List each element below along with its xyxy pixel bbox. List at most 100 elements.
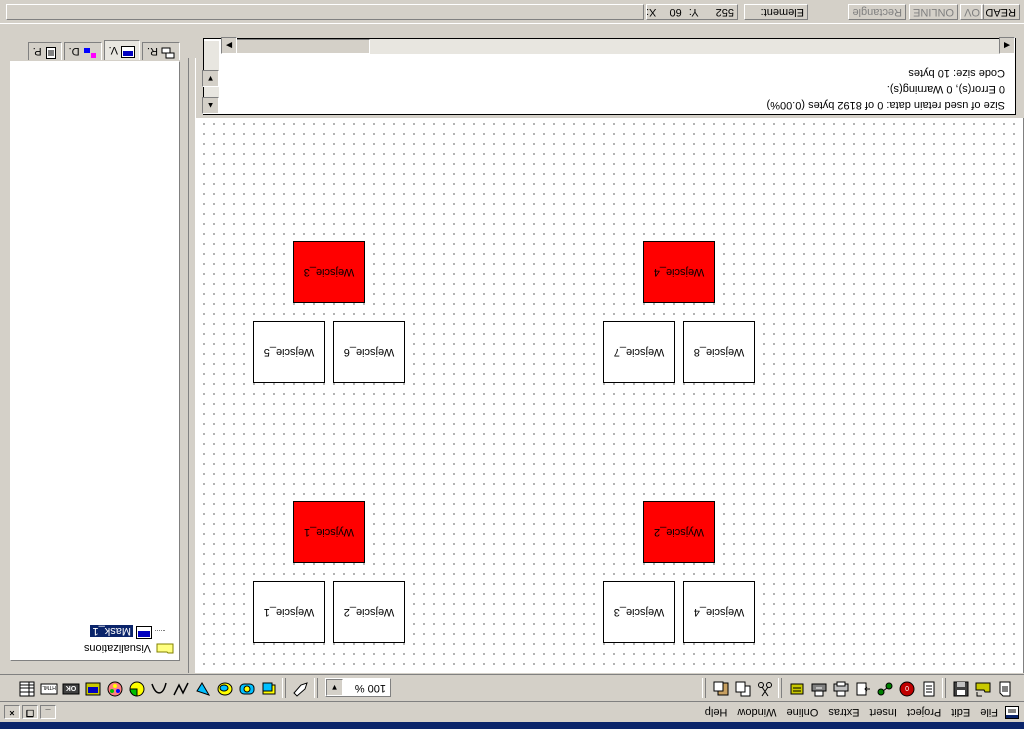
menu-edit[interactable]: Edit bbox=[943, 705, 972, 719]
bitmap-icon[interactable] bbox=[106, 680, 124, 698]
element-red-top-right[interactable]: Wejscie_4 bbox=[643, 241, 715, 303]
zoom-value: 100 % bbox=[354, 682, 386, 694]
status-mode: Rectangle bbox=[848, 4, 906, 20]
pie-icon[interactable] bbox=[128, 680, 146, 698]
menu-extras[interactable]: Extras bbox=[820, 705, 861, 719]
ellipse-icon[interactable] bbox=[216, 680, 234, 698]
element-red-bottom-right[interactable]: Wyjscie_2 bbox=[643, 501, 715, 563]
doc-icon[interactable] bbox=[920, 680, 938, 698]
insert-icon[interactable] bbox=[854, 680, 872, 698]
print-preview-icon[interactable] bbox=[810, 680, 828, 698]
toolbar: 0 100 % ▼ OK HTML bbox=[0, 674, 1024, 701]
menu-file[interactable]: File bbox=[972, 705, 1000, 719]
pencil-icon[interactable] bbox=[292, 680, 310, 698]
zoom-select[interactable]: 100 % ▼ bbox=[325, 678, 391, 697]
copy-icon[interactable] bbox=[734, 680, 752, 698]
app-icon[interactable] bbox=[1005, 706, 1019, 719]
svg-text:0: 0 bbox=[905, 684, 909, 691]
restore-button[interactable]: ❐ bbox=[22, 705, 38, 719]
message-line: 0 Error(s), 0 Warning(s). bbox=[886, 83, 1005, 95]
visualization-icon[interactable] bbox=[84, 680, 102, 698]
folder-icon bbox=[156, 641, 174, 657]
horizontal-scrollbar[interactable]: ◀ ▶ bbox=[221, 37, 1015, 54]
tool-icon[interactable] bbox=[788, 680, 806, 698]
element-white[interactable]: Wejscie_5 bbox=[253, 321, 325, 383]
element-white[interactable]: Wejscie_8 bbox=[683, 321, 755, 383]
tab-pous[interactable]: P. bbox=[27, 42, 62, 60]
scroll-left-icon[interactable]: ◀ bbox=[999, 37, 1015, 54]
svg-text:HTML: HTML bbox=[42, 684, 56, 690]
polyline-icon[interactable] bbox=[172, 680, 190, 698]
rounded-rectangle-icon[interactable] bbox=[238, 680, 256, 698]
element-red-bottom-left[interactable]: Wyjscie_1 bbox=[293, 501, 365, 563]
title-bar bbox=[0, 722, 1024, 729]
menu-help[interactable]: Help bbox=[697, 705, 730, 719]
visualization-icon bbox=[136, 624, 152, 640]
pou-icon bbox=[45, 44, 57, 59]
polygon-icon[interactable] bbox=[194, 680, 212, 698]
status-online: ONLINE bbox=[909, 4, 958, 20]
run-icon[interactable]: 0 bbox=[898, 680, 916, 698]
scroll-up-icon[interactable]: ▲ bbox=[202, 97, 219, 114]
element-white[interactable]: Wejscie_2 bbox=[333, 581, 405, 643]
toolbar-separator bbox=[702, 678, 706, 698]
menu-online[interactable]: Online bbox=[779, 705, 821, 719]
status-read: READ bbox=[981, 4, 1020, 20]
minimize-button[interactable]: _ bbox=[40, 705, 56, 719]
visualization-canvas[interactable]: Wejscie_3 Wejscie_4 Wejscie_5 Wejscie_6 … bbox=[196, 118, 1024, 673]
menu-bar: File Edit Project Insert Extras Online W… bbox=[0, 701, 1024, 722]
new-doc-icon[interactable] bbox=[996, 680, 1014, 698]
print-icon[interactable] bbox=[832, 680, 850, 698]
organizer-tabs: R. V. D. P. bbox=[27, 40, 180, 60]
tree-item-visualizations[interactable]: Visualizations bbox=[82, 641, 174, 656]
datatype-icon bbox=[83, 44, 97, 59]
element-white[interactable]: Wejscie_4 bbox=[683, 581, 755, 643]
vertical-scrollbar[interactable]: ▲ ▼ bbox=[202, 41, 219, 114]
status-coordinates: 552 Y: 60 X: bbox=[646, 4, 738, 20]
tree-item-mask[interactable]: Mask_1 bbox=[90, 624, 165, 640]
rectangle-icon[interactable] bbox=[260, 680, 278, 698]
status-ov: OV bbox=[960, 4, 984, 20]
tab-data-types[interactable]: D. bbox=[63, 42, 102, 60]
menu-insert[interactable]: Insert bbox=[862, 705, 900, 719]
tab-visualizations[interactable]: V. bbox=[103, 40, 140, 60]
element-white[interactable]: Wejscie_6 bbox=[333, 321, 405, 383]
object-organizer: Visualizations Mask_1 R. V. D. P. bbox=[0, 40, 188, 673]
element-white[interactable]: Wejscie_3 bbox=[603, 581, 675, 643]
curve-icon[interactable] bbox=[150, 680, 168, 698]
menu-window[interactable]: Window bbox=[729, 705, 778, 719]
element-red-top-left[interactable]: Wejscie_3 bbox=[293, 241, 365, 303]
scroll-down-icon[interactable]: ▼ bbox=[202, 70, 219, 87]
open-icon[interactable] bbox=[974, 680, 992, 698]
coord-x-label: X: bbox=[646, 6, 657, 18]
paste-icon[interactable] bbox=[712, 680, 730, 698]
link-icon[interactable] bbox=[876, 680, 894, 698]
save-icon[interactable] bbox=[952, 680, 970, 698]
table-icon[interactable] bbox=[18, 680, 36, 698]
coord-y-label: Y: bbox=[688, 6, 699, 18]
toolbar-separator bbox=[282, 678, 286, 698]
scroll-thumb[interactable] bbox=[222, 39, 370, 54]
svg-text:OK: OK bbox=[66, 684, 77, 691]
element-white[interactable]: Wejscie_7 bbox=[603, 321, 675, 383]
status-element: Element: bbox=[744, 4, 808, 20]
close-button[interactable]: × bbox=[4, 705, 20, 719]
scroll-right-icon[interactable]: ▶ bbox=[221, 37, 237, 54]
cut-icon[interactable] bbox=[756, 680, 774, 698]
ok-button-icon[interactable]: OK bbox=[62, 680, 80, 698]
visualization-icon bbox=[121, 43, 135, 58]
pane-splitter[interactable] bbox=[188, 58, 196, 673]
element-white[interactable]: Wejscie_1 bbox=[253, 581, 325, 643]
coord-y-value: 552 bbox=[715, 6, 734, 18]
object-tree: Visualizations Mask_1 bbox=[10, 61, 180, 661]
tab-resources[interactable]: R. bbox=[142, 42, 180, 60]
window-controls: _ ❐ × bbox=[4, 705, 56, 719]
chevron-down-icon[interactable]: ▼ bbox=[326, 679, 343, 696]
html-icon[interactable]: HTML bbox=[40, 680, 58, 698]
tree-item-label: Visualizations bbox=[83, 642, 151, 655]
screen: File Edit Project Insert Extras Online W… bbox=[0, 0, 1024, 729]
toolbar-separator bbox=[942, 678, 946, 698]
coord-x-value: 60 bbox=[669, 6, 682, 18]
menu-project[interactable]: Project bbox=[899, 705, 943, 719]
toolbar-separator bbox=[314, 678, 318, 698]
